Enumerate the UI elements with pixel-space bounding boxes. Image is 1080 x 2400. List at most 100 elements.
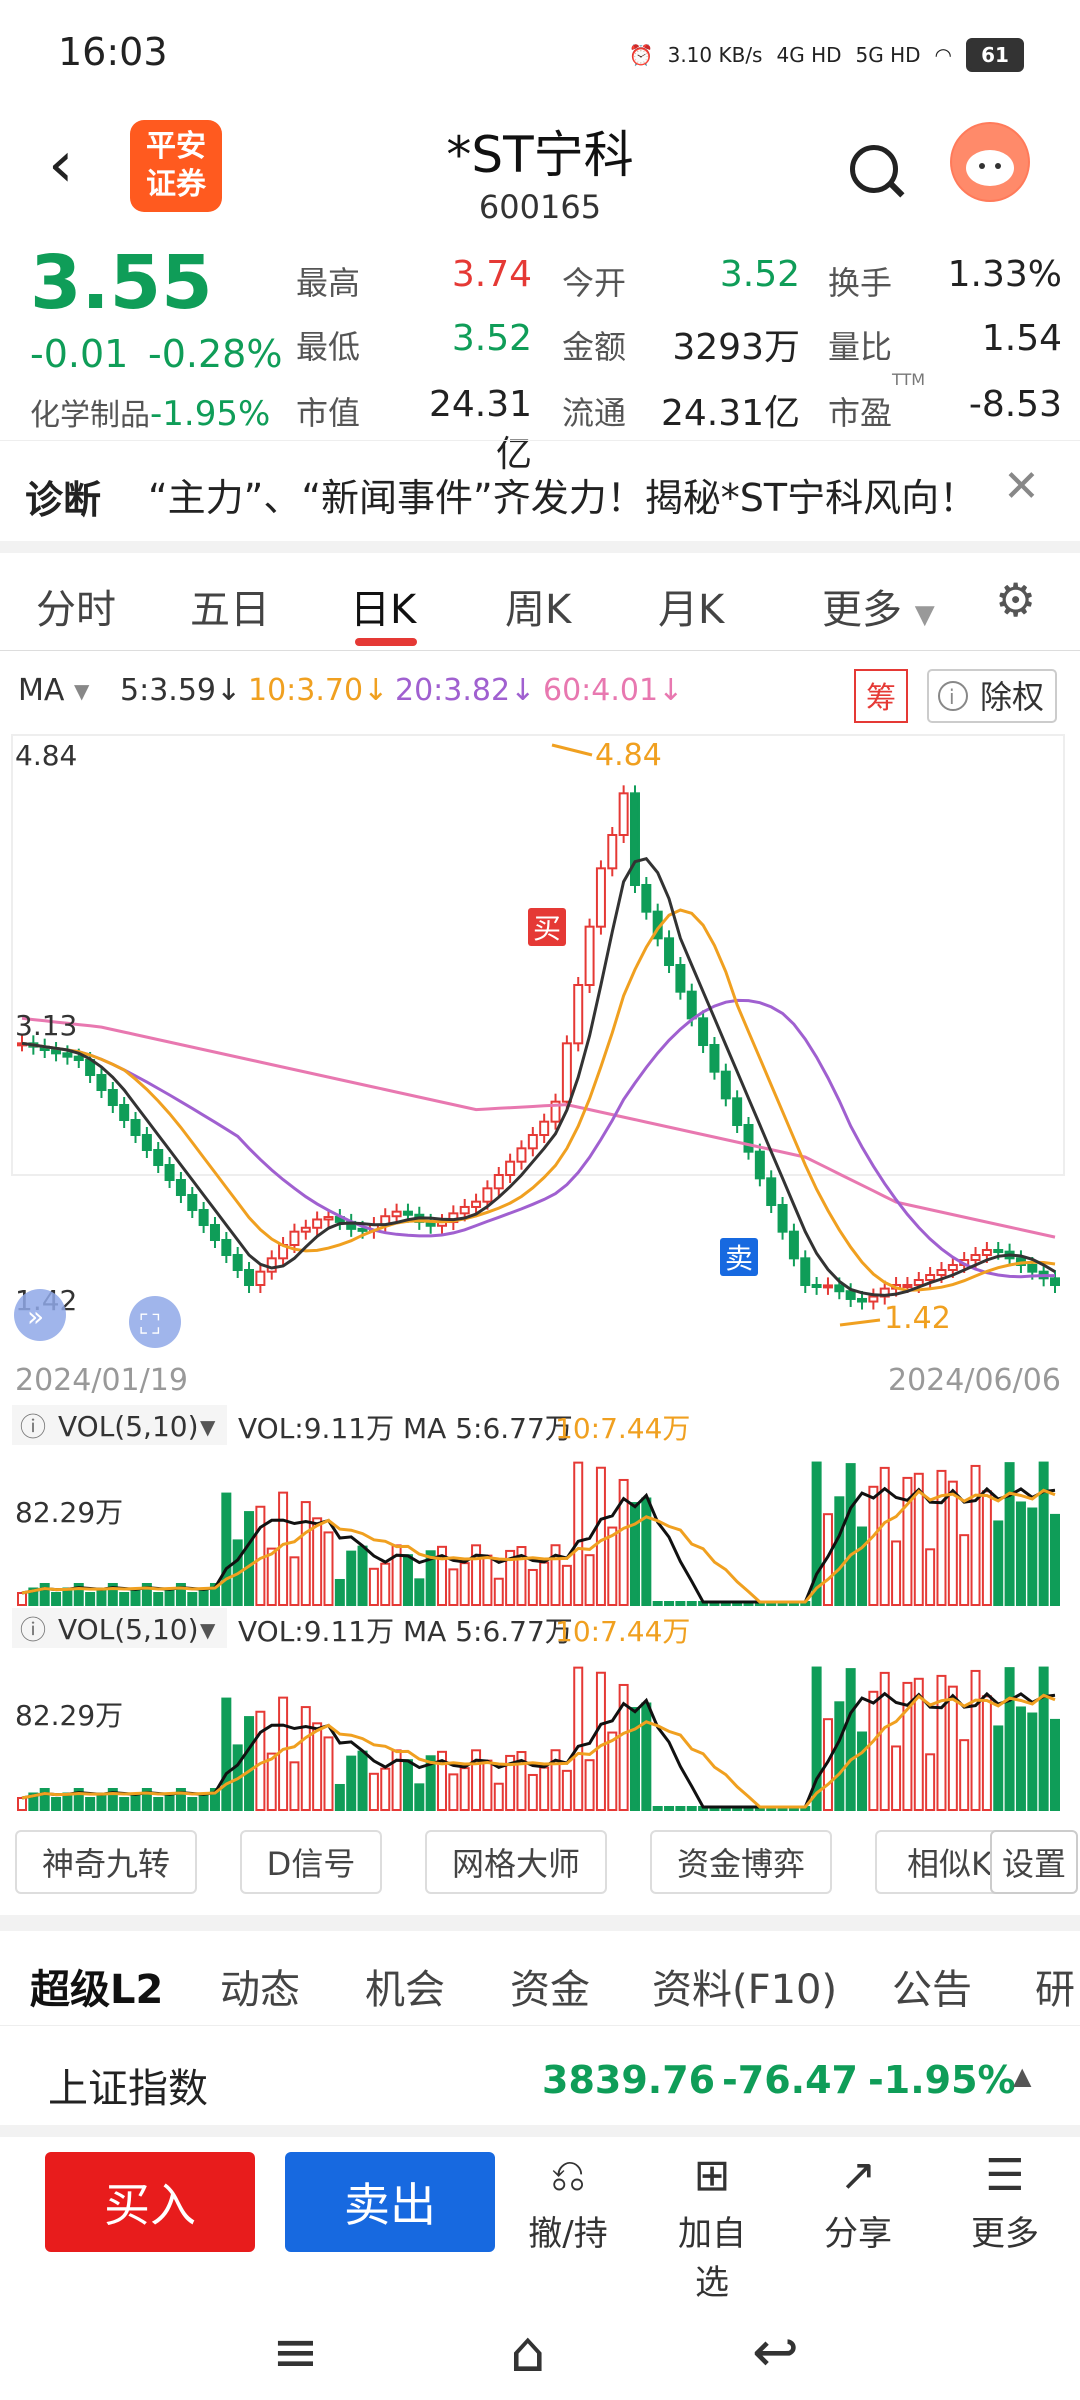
search-icon[interactable]	[850, 145, 898, 193]
volume-bar	[1050, 1718, 1060, 1811]
close-icon[interactable]: ✕	[1003, 461, 1040, 512]
volume-bar	[187, 1592, 198, 1606]
plus-box-icon: ⊞	[693, 2150, 731, 2201]
kline-chart-area[interactable]: MA ▼ 5:3.59↓ 10:3.70↓ 20:3.82↓ 60:4.01↓ …	[0, 650, 1080, 1910]
quote-label: 市盈	[828, 394, 893, 432]
share-button[interactable]: ↗ 分享	[808, 2150, 908, 2255]
volume-bar	[959, 1534, 970, 1607]
volume-bar	[368, 1772, 379, 1812]
add-watchlist-button[interactable]: ⊞ 加自选	[662, 2150, 762, 2304]
candle	[471, 1200, 482, 1208]
tool-grid-master[interactable]: 网格大师	[425, 1830, 607, 1894]
volume-bar	[629, 1502, 640, 1607]
volume-bar	[96, 1587, 107, 1606]
y-axis-mid: 3.13	[15, 1009, 77, 1042]
candle	[141, 1134, 152, 1151]
volume-bar	[17, 1592, 27, 1606]
expand-up-icon[interactable]: ▲	[1013, 2062, 1031, 2090]
sell-signal-label: 卖	[725, 1242, 753, 1275]
volume-bar	[845, 1668, 856, 1811]
volume-bar	[119, 1592, 130, 1606]
tab-daily-k[interactable]: 日K	[350, 577, 416, 635]
volume-bar	[981, 1695, 992, 1811]
sell-button[interactable]: 卖出	[285, 2152, 495, 2252]
volume-bar	[334, 1783, 345, 1812]
volume-bar	[459, 1562, 470, 1606]
tool-settings[interactable]: 设置	[990, 1830, 1078, 1894]
ex-right-label: 除权	[980, 678, 1044, 716]
stock-name: *ST宁科	[446, 126, 634, 184]
volume-bar	[244, 1716, 255, 1811]
ma-selector[interactable]: MA	[18, 673, 65, 708]
volume-bar	[925, 1548, 936, 1606]
volume-bar	[607, 1526, 618, 1606]
buy-button[interactable]: 买入	[45, 2152, 255, 2252]
tab-capital[interactable]: 资金	[510, 1957, 590, 2015]
max-price-label: 4.84	[595, 738, 662, 773]
tab-super-l2[interactable]: 超级L2	[30, 1957, 163, 2015]
min-price-label: 1.42	[884, 1301, 951, 1336]
tab-intraday[interactable]: 分时	[36, 577, 116, 635]
ma5-value: 5:3.59↓	[120, 673, 241, 708]
volume-bar	[164, 1587, 175, 1606]
volume-bar	[686, 1806, 697, 1811]
ma60-value: 60:4.01↓	[543, 673, 683, 708]
sector-label: 化学制品	[30, 398, 150, 433]
candle	[584, 925, 595, 986]
volume-bar	[119, 1797, 130, 1811]
volume-bar	[62, 1792, 73, 1811]
tool-similar-k[interactable]: 相似K	[875, 1830, 1009, 1894]
back-nav-icon[interactable]: ↩	[752, 2320, 799, 2385]
index-ticker[interactable]: 上证指数 3839.76 -76.47 -1.95% ▲	[0, 2030, 1080, 2137]
tab-more-label: 更多	[822, 587, 902, 633]
volume-bar	[323, 1531, 334, 1607]
tab-more[interactable]: 更多 ▼	[822, 577, 935, 635]
volume-bar	[414, 1783, 425, 1811]
candle	[777, 1204, 788, 1233]
tab-weekly-k[interactable]: 周K	[505, 577, 571, 635]
tool-capital-game[interactable]: 资金博弈	[650, 1830, 832, 1894]
diagnosis-banner[interactable]: 诊断 “主力”、“新闻事件”齐发力！揭秘*ST宁科风向！ ✕	[0, 440, 1080, 553]
quote-value: 3.52	[451, 318, 532, 359]
vol2-stats: VOL:9.11万 MA 5:6.77万	[238, 1615, 573, 1648]
volume-bar	[539, 1766, 550, 1811]
kline-chart[interactable]: MA ▼ 5:3.59↓ 10:3.70↓ 20:3.82↓ 60:4.01↓ …	[0, 650, 1080, 1830]
tab-research[interactable]: 研	[1035, 1957, 1075, 2015]
vol1-title: VOL(5,10)	[58, 1410, 199, 1443]
sector-change[interactable]: 化学制品-1.95%	[30, 390, 270, 434]
volume-bar	[561, 1769, 572, 1811]
tool-magic-nine[interactable]: 神奇九转	[15, 1830, 197, 1894]
vol2-ma10: 10:7.44万	[555, 1615, 690, 1648]
tab-announcement[interactable]: 公告	[892, 1957, 972, 2015]
volume-bar	[323, 1736, 334, 1811]
home-icon[interactable]: ⌂	[510, 2320, 546, 2385]
alarm-icon: ⏰	[628, 43, 654, 67]
volume-bar	[414, 1578, 425, 1606]
more-button[interactable]: ☰ 更多	[955, 2150, 1055, 2255]
gear-icon[interactable]: ⚙	[995, 573, 1036, 627]
volume-bar	[993, 1520, 1004, 1606]
assistant-avatar[interactable]	[950, 122, 1030, 202]
volume-bar	[595, 1671, 606, 1811]
tab-monthly-k[interactable]: 月K	[658, 577, 724, 635]
candle	[573, 984, 584, 1045]
volume-bar	[947, 1480, 958, 1607]
candle	[845, 1290, 856, 1300]
wifi-icon: ◠	[934, 43, 952, 67]
quote-label: 换手	[828, 264, 893, 302]
candle	[402, 1210, 413, 1216]
volume-bar	[289, 1761, 300, 1812]
candle	[675, 964, 686, 993]
tab-opportunity[interactable]: 机会	[365, 1957, 445, 2015]
tab-news[interactable]: 动态	[220, 1957, 300, 2015]
cancel-hold-button[interactable]: ⎌ 撤/持	[518, 2150, 618, 2255]
tab-f10[interactable]: 资料(F10)	[652, 1957, 837, 2015]
volume-bar	[266, 1547, 277, 1607]
recents-icon[interactable]: ≡	[272, 2320, 319, 2385]
double-chevron-icon: »	[27, 1300, 44, 1333]
tool-d-signal[interactable]: D信号	[240, 1830, 382, 1894]
candle	[720, 1070, 731, 1100]
volume-bar	[1004, 1667, 1015, 1811]
candle	[664, 937, 675, 967]
tab-5day[interactable]: 五日	[190, 577, 270, 635]
